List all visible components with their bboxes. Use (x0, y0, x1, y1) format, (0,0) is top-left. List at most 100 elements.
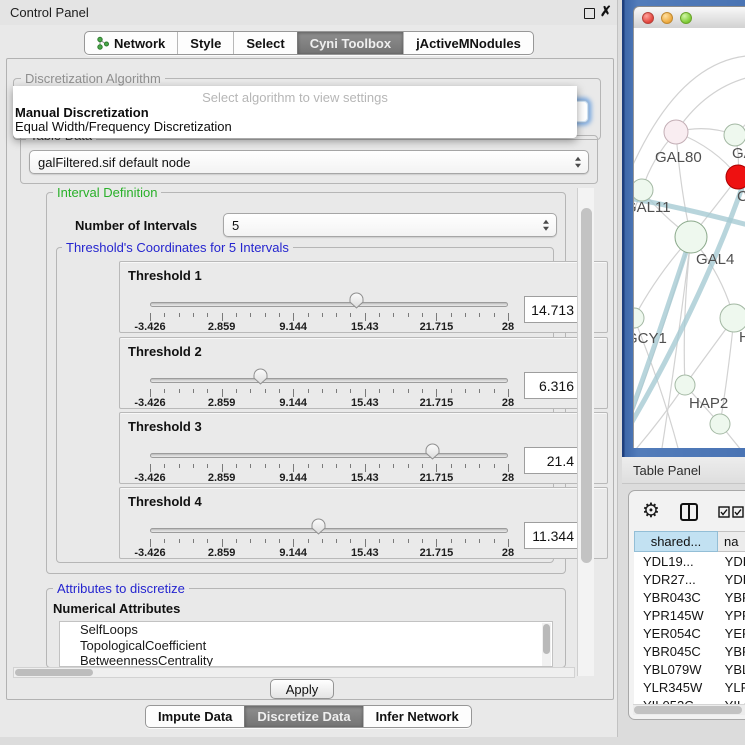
node-label: H (739, 329, 745, 346)
gear-icon[interactable]: ⚙ (642, 499, 660, 523)
attributes-group: Attributes to discretize Numerical Attri… (46, 588, 566, 668)
table-toolbar: ⚙ (629, 497, 745, 527)
threshold-value-field[interactable]: 6.316 (524, 372, 580, 399)
minimize-traffic-light-icon[interactable] (661, 12, 673, 24)
table-row[interactable]: YBR045CYBR0 (634, 642, 745, 660)
node-hap2[interactable] (675, 375, 695, 395)
node-label: C (737, 188, 745, 205)
tab-impute-data[interactable]: Impute Data (146, 706, 244, 727)
threshold-value-field[interactable]: 14.713 (524, 296, 580, 323)
thresholds-group-label: Threshold's Coordinates for 5 Intervals (62, 240, 293, 255)
attribute-list-item[interactable]: BetweennessCentrality (60, 653, 552, 667)
slider-handle[interactable] (311, 518, 326, 535)
float-window-icon[interactable] (584, 8, 595, 19)
node-partial-right[interactable] (720, 304, 745, 332)
dropdown-option-equal-width-frequency[interactable]: Equal Width/Frequency Discretization (15, 119, 232, 134)
network-view-window: GAL80GACGAL11GAL4GCY1HHAP2 (622, 0, 745, 457)
slider-handle[interactable] (425, 443, 440, 460)
threshold-label: Threshold 1 (128, 268, 202, 283)
table-header-row: shared... na (634, 531, 745, 552)
number-of-intervals-combobox[interactable]: 5 (223, 213, 557, 237)
node-label: GAL80 (655, 149, 702, 166)
table-row[interactable]: YDR27...YDR2 (634, 570, 745, 588)
tab-style[interactable]: Style (177, 32, 233, 54)
threshold-label: Threshold 3 (128, 419, 202, 434)
tab-discretize-data[interactable]: Discretize Data (244, 706, 362, 727)
attributes-group-label: Attributes to discretize (53, 581, 189, 596)
table-body[interactable]: YDL19...YDL1YDR27...YDR2YBR043CYBR0YPR14… (634, 552, 745, 704)
table-row[interactable]: YBL079WYBL0 (634, 660, 745, 678)
table-row[interactable]: YBR043CYBR0 (634, 588, 745, 606)
node-label: GA (732, 145, 745, 162)
slider-handle[interactable] (253, 368, 268, 385)
vertical-scrollbar[interactable] (577, 188, 594, 676)
combo-stepper-icon (575, 157, 581, 168)
table-row[interactable]: YPR145WYPR1 (634, 606, 745, 624)
table-horizontal-scrollbar[interactable] (633, 704, 745, 715)
threshold-slider[interactable] (150, 528, 508, 533)
columns-icon[interactable] (679, 502, 699, 522)
attribute-list-item[interactable]: TopologicalCoefficient (60, 638, 552, 654)
threshold-slider[interactable] (150, 302, 508, 307)
node-bottom[interactable] (710, 414, 730, 434)
node-label: GAL4 (696, 251, 734, 268)
node-gal4[interactable] (675, 221, 707, 253)
threshold-panel: Threshold 4 -3.4262.8599.14415.4321.7152… (119, 487, 608, 559)
tab-cyni-toolbox[interactable]: Cyni Toolbox (297, 32, 403, 54)
threshold-panel: Threshold 3 -3.4262.8599.14415.4321.7152… (119, 412, 608, 484)
threshold-slider[interactable] (150, 453, 508, 458)
apply-button[interactable]: Apply (270, 679, 334, 699)
tab-select[interactable]: Select (233, 32, 296, 54)
threshold-slider[interactable] (150, 378, 508, 383)
threshold-panel: Threshold 1 -3.4262.8599.14415.4321.7152… (119, 261, 608, 333)
table-row[interactable]: YER054CYER0 (634, 624, 745, 642)
node-gcy1[interactable] (634, 308, 644, 328)
number-of-intervals-label: Number of Intervals (75, 218, 197, 233)
list-scrollbar[interactable] (542, 623, 551, 667)
table-data-group: Table Data galFiltered.sif default node (20, 135, 598, 184)
column-header-name[interactable]: na (718, 531, 745, 552)
table-row[interactable]: YIL052CYIL0 (634, 696, 745, 704)
slider-handle[interactable] (349, 292, 364, 309)
node-red-selected[interactable] (726, 165, 745, 189)
threshold-value-field[interactable]: 11.344 (524, 522, 580, 549)
network-canvas[interactable]: GAL80GACGAL11GAL4GCY1HHAP2 (633, 28, 745, 448)
table-data-combobox[interactable]: galFiltered.sif default node (29, 150, 589, 174)
thresholds-group: Threshold's Coordinates for 5 Intervals … (56, 247, 554, 563)
column-header-shared-name[interactable]: shared... (634, 531, 718, 552)
zoom-traffic-light-icon[interactable] (680, 12, 692, 24)
dropdown-hint: Select algorithm to view settings (13, 90, 577, 105)
horizontal-scrollbar[interactable] (13, 667, 575, 678)
threshold-panel: Threshold 2 -3.4262.8599.14415.4321.7152… (119, 337, 608, 409)
combo-stepper-icon (543, 220, 549, 231)
discretization-algorithm-label: Discretization Algorithm (21, 71, 165, 86)
window-title: Control Panel (10, 5, 89, 20)
table-row[interactable]: YLR345WYLR3 (634, 678, 745, 696)
control-panel-window: Control Panel ✗ Network Style Select Cyn… (0, 0, 618, 737)
close-traffic-light-icon[interactable] (642, 12, 654, 24)
dropdown-option-manual-discretization[interactable]: Manual Discretization (15, 105, 149, 120)
tab-network[interactable]: Network (85, 32, 177, 54)
table-panel-title: Table Panel (633, 463, 701, 478)
node-partial-top[interactable] (724, 124, 745, 146)
attribute-list-item[interactable]: SelfLoops (60, 622, 552, 638)
network-icon (97, 36, 109, 50)
number-of-intervals-value: 5 (232, 218, 239, 233)
node-gal80[interactable] (664, 120, 688, 144)
table-row[interactable]: YDL19...YDL1 (634, 552, 745, 570)
node-label: HAP2 (689, 395, 728, 412)
algorithm-dropdown-popup: Select algorithm to view settings Manual… (13, 86, 577, 138)
tab-jactivemnodules[interactable]: jActiveMNodules (403, 32, 533, 54)
node-gal11[interactable] (634, 179, 653, 201)
numerical-attributes-list[interactable]: SelfLoopsTopologicalCoefficientBetweenne… (59, 621, 553, 667)
bottom-tabs: Impute Data Discretize Data Infer Networ… (145, 705, 472, 728)
network-window-titlebar[interactable] (633, 6, 745, 28)
control-panel-tabs: Network Style Select Cyni Toolbox jActiv… (84, 31, 534, 55)
node-label: GCY1 (634, 330, 667, 347)
numerical-attributes-label: Numerical Attributes (53, 601, 180, 616)
table-panel: ⚙ shared... na YDL19...YDL1YDR27...YDR2Y… (628, 490, 745, 720)
checkboxes-icon[interactable] (718, 506, 744, 519)
close-icon[interactable]: ✗ (600, 3, 612, 20)
tab-infer-network[interactable]: Infer Network (363, 706, 471, 727)
threshold-value-field[interactable]: 21.4 (524, 447, 580, 474)
